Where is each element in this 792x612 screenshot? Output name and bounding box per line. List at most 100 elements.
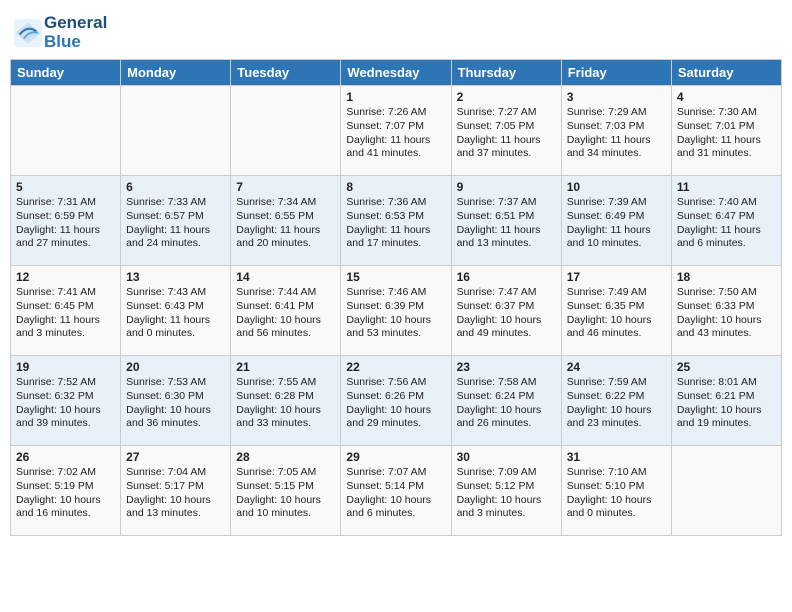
day-info-line: Sunset: 6:32 PM <box>16 390 115 404</box>
calendar-week-4: 19Sunrise: 7:52 AMSunset: 6:32 PMDayligh… <box>11 356 782 446</box>
calendar-cell: 5Sunrise: 7:31 AMSunset: 6:59 PMDaylight… <box>11 176 121 266</box>
day-info-line: Daylight: 10 hours and 6 minutes. <box>346 494 445 521</box>
day-info-line: Daylight: 10 hours and 10 minutes. <box>236 494 335 521</box>
calendar-cell: 1Sunrise: 7:26 AMSunset: 7:07 PMDaylight… <box>341 86 451 176</box>
day-number: 11 <box>677 180 776 194</box>
calendar-cell: 30 Sunrise: 7:09 AMSunset: 5:12 PMDayligh… <box>451 446 561 536</box>
day-info-line: Sunrise: 7:02 AM <box>16 466 115 480</box>
calendar-cell: 4Sunrise: 7:30 AMSunset: 7:01 PMDaylight… <box>671 86 781 176</box>
day-info-line: Sunrise: 7:36 AM <box>346 196 445 210</box>
day-info-line: Sunset: 6:28 PM <box>236 390 335 404</box>
day-info-line: Sunrise: 7:30 AM <box>677 106 776 120</box>
day-info-line: Sunrise: 7:29 AM <box>567 106 666 120</box>
day-info-line: Sunrise: 7:26 AM <box>346 106 445 120</box>
calendar-cell: 6Sunrise: 7:33 AMSunset: 6:57 PMDaylight… <box>121 176 231 266</box>
day-info-line: Sunrise: 7:10 AM <box>567 466 666 480</box>
day-info-line: Sunrise: 7:04 AM <box>126 466 225 480</box>
calendar-cell: 12Sunrise: 7:41 AMSunset: 6:45 PMDayligh… <box>11 266 121 356</box>
day-info-line: Sunrise: 7:50 AM <box>677 286 776 300</box>
day-info-line: Daylight: 10 hours and 39 minutes. <box>16 404 115 431</box>
calendar-cell: 23Sunrise: 7:58 AMSunset: 6:24 PMDayligh… <box>451 356 561 446</box>
day-header-friday: Friday <box>561 60 671 86</box>
day-info-line: Sunset: 5:10 PM <box>567 480 666 494</box>
day-number: 17 <box>567 270 666 284</box>
day-info-line: Sunrise: 7:46 AM <box>346 286 445 300</box>
day-info-line: Sunset: 6:55 PM <box>236 210 335 224</box>
day-info-line: Daylight: 10 hours and 0 minutes. <box>567 494 666 521</box>
calendar-cell: 9Sunrise: 7:37 AMSunset: 6:51 PMDaylight… <box>451 176 561 266</box>
day-info-line: Daylight: 10 hours and 33 minutes. <box>236 404 335 431</box>
day-number: 16 <box>457 270 556 284</box>
day-info-line: Daylight: 10 hours and 26 minutes. <box>457 404 556 431</box>
calendar-cell: 31Sunrise: 7:10 AMSunset: 5:10 PMDayligh… <box>561 446 671 536</box>
day-number: 21 <box>236 360 335 374</box>
day-info-line: Sunrise: 7:34 AM <box>236 196 335 210</box>
day-info-line: Daylight: 10 hours and 46 minutes. <box>567 314 666 341</box>
day-number: 13 <box>126 270 225 284</box>
day-number: 1 <box>346 90 445 104</box>
day-number: 24 <box>567 360 666 374</box>
day-info-line: Sunset: 5:19 PM <box>16 480 115 494</box>
calendar-cell: 10Sunrise: 7:39 AMSunset: 6:49 PMDayligh… <box>561 176 671 266</box>
day-info-line: Sunset: 6:57 PM <box>126 210 225 224</box>
calendar-cell: 7Sunrise: 7:34 AMSunset: 6:55 PMDaylight… <box>231 176 341 266</box>
day-number: 29 <box>346 450 445 464</box>
day-number: 4 <box>677 90 776 104</box>
day-info-line: Sunset: 5:14 PM <box>346 480 445 494</box>
calendar-body: 1Sunrise: 7:26 AMSunset: 7:07 PMDaylight… <box>11 86 782 536</box>
day-number: 10 <box>567 180 666 194</box>
day-info-line: Daylight: 10 hours and 13 minutes. <box>126 494 225 521</box>
calendar-cell: 8Sunrise: 7:36 AMSunset: 6:53 PMDaylight… <box>341 176 451 266</box>
day-info-line: Sunset: 6:33 PM <box>677 300 776 314</box>
day-number: 26 <box>16 450 115 464</box>
calendar-cell <box>671 446 781 536</box>
day-number: 25 <box>677 360 776 374</box>
day-info-line: Sunset: 6:53 PM <box>346 210 445 224</box>
calendar-cell: 28Sunrise: 7:05 AMSunset: 5:15 PMDayligh… <box>231 446 341 536</box>
day-info-line: Sunset: 5:12 PM <box>457 480 556 494</box>
day-info-line: Sunrise: 7:37 AM <box>457 196 556 210</box>
calendar-cell: 19Sunrise: 7:52 AMSunset: 6:32 PMDayligh… <box>11 356 121 446</box>
day-info-line: Daylight: 11 hours and 6 minutes. <box>677 224 776 251</box>
day-info-line: Daylight: 11 hours and 24 minutes. <box>126 224 225 251</box>
day-info-line: Sunrise: 7:49 AM <box>567 286 666 300</box>
day-info-line: Sunrise: 7:05 AM <box>236 466 335 480</box>
day-info-line: Sunset: 6:59 PM <box>16 210 115 224</box>
day-info-line: Sunrise: 8:01 AM <box>677 376 776 390</box>
day-info-line: Daylight: 11 hours and 41 minutes. <box>346 134 445 161</box>
day-info-line: Sunset: 6:43 PM <box>126 300 225 314</box>
calendar-week-3: 12 Sunrise: 7:41 AMSunset: 6:45 PM Dayligh… <box>11 266 782 356</box>
day-info-line: Sunset: 6:35 PM <box>567 300 666 314</box>
day-number: 8 <box>346 180 445 194</box>
calendar-cell <box>231 86 341 176</box>
calendar-cell <box>121 86 231 176</box>
day-number: 18 <box>677 270 776 284</box>
day-info-line: Sunrise: 7:59 AM <box>567 376 666 390</box>
day-info-line: Daylight: 11 hours and 37 minutes. <box>457 134 556 161</box>
day-info-line: Sunrise: 7:44 AM <box>236 286 335 300</box>
day-number: 12 <box>16 270 115 284</box>
day-info-line: Daylight: 10 hours and 36 minutes. <box>126 404 225 431</box>
day-info-line: Sunset: 6:49 PM <box>567 210 666 224</box>
calendar-cell: 11Sunrise: 7:40 AMSunset: 6:47 PMDayligh… <box>671 176 781 266</box>
day-number: 30 <box>457 450 556 464</box>
day-info-line: Sunrise: 7:09 AM <box>457 466 556 480</box>
calendar-week-2: 5Sunrise: 7:31 AMSunset: 6:59 PMDaylight… <box>11 176 782 266</box>
calendar-table: SundayMondayTuesdayWednesdayThursdayFrid… <box>10 59 782 536</box>
day-number: 19 <box>16 360 115 374</box>
day-header-monday: Monday <box>121 60 231 86</box>
calendar-cell: 25Sunrise: 8:01 AMSunset: 6:21 PMDayligh… <box>671 356 781 446</box>
day-info-line: Sunrise: 7:47 AM <box>457 286 556 300</box>
day-info-line: Daylight: 11 hours and 13 minutes. <box>457 224 556 251</box>
logo: General Blue <box>14 14 107 51</box>
day-info-line: Sunset: 7:05 PM <box>457 120 556 134</box>
logo-icon <box>14 19 42 47</box>
day-header-sunday: Sunday <box>11 60 121 86</box>
day-number: 22 <box>346 360 445 374</box>
day-info-line: Sunset: 6:45 PM <box>16 300 115 314</box>
day-header-tuesday: Tuesday <box>231 60 341 86</box>
day-info-line: Sunrise: 7:41 AM <box>16 286 115 300</box>
day-info-line: Sunrise: 7:33 AM <box>126 196 225 210</box>
day-number: 3 <box>567 90 666 104</box>
day-info-line: Daylight: 10 hours and 3 minutes. <box>457 494 556 521</box>
